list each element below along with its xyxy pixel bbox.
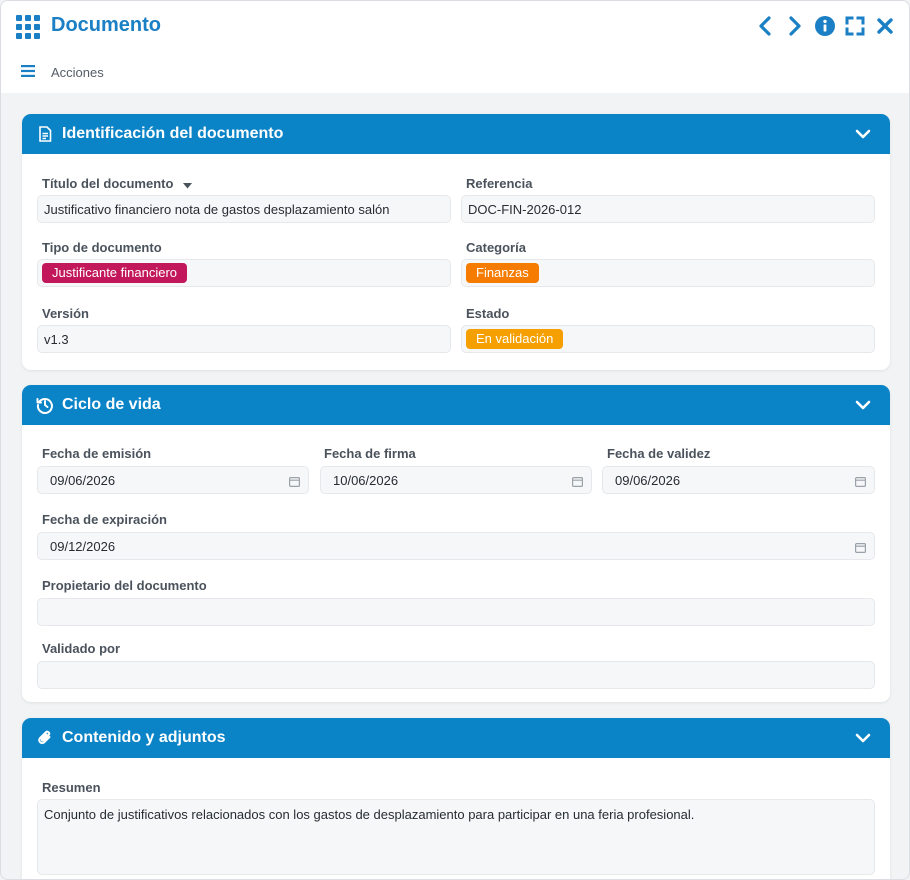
issue-date-field[interactable]: 09/06/2026 [37, 466, 309, 494]
identification-section: Identificación del documento Título del … [22, 114, 890, 370]
paperclip-icon [36, 729, 54, 747]
validated-by-field[interactable] [37, 661, 875, 689]
caret-down-icon[interactable] [183, 177, 193, 192]
section-title: Contenido y adjuntos [62, 729, 226, 746]
section-title: Ciclo de vida [62, 396, 161, 413]
doc-type-field[interactable]: Justificante financiero [37, 259, 451, 287]
validated-by-label: Validado por [42, 641, 121, 656]
status-label: Estado [466, 306, 510, 321]
category-field[interactable]: Finanzas [461, 259, 875, 287]
chevron-right-icon[interactable] [785, 15, 805, 37]
section-title: Identificación del documento [62, 125, 284, 142]
status-field[interactable]: En validación [461, 325, 875, 353]
version-label: Versión [42, 306, 89, 321]
window-header: Documento Acciones [1, 1, 909, 93]
summary-field[interactable]: Conjunto de justificativos relacionados … [37, 799, 875, 875]
category-label: Categoría [466, 240, 526, 255]
reference-field[interactable]: DOC-FIN-2026-012 [461, 195, 875, 223]
window-actions [755, 15, 895, 37]
window-title: Documento [51, 14, 161, 36]
reference-label: Referencia [466, 176, 533, 191]
document-window: Documento Acciones Identificación del do… [0, 0, 910, 880]
status-badge: En validación [466, 329, 564, 349]
signature-date-label: Fecha de firma [324, 446, 416, 461]
content-section-header[interactable]: Contenido y adjuntos [22, 718, 890, 758]
document-icon [36, 125, 54, 143]
doc-type-badge: Justificante financiero [42, 263, 188, 283]
title-field[interactable]: Justificativo financiero nota de gastos … [37, 195, 451, 223]
calendar-icon[interactable] [572, 475, 584, 488]
summary-label: Resumen [42, 780, 101, 795]
lifecycle-section: Ciclo de vida Fecha de emisión 09/06/202… [22, 385, 890, 702]
calendar-icon[interactable] [855, 475, 867, 488]
lifecycle-section-header[interactable]: Ciclo de vida [22, 385, 890, 425]
content-section: Contenido y adjuntos Resumen Conjunto de… [22, 718, 890, 879]
issue-date-label: Fecha de emisión [42, 446, 152, 461]
signature-date-field[interactable]: 10/06/2026 [320, 466, 592, 494]
owner-field[interactable] [37, 598, 875, 626]
validity-date-value: 09/06/2026 [615, 472, 681, 488]
chevron-down-icon[interactable] [854, 125, 872, 143]
close-icon[interactable] [875, 15, 895, 37]
validity-date-field[interactable]: 09/06/2026 [602, 466, 875, 494]
validity-date-label: Fecha de validez [607, 446, 711, 461]
actions-menu[interactable]: Acciones [21, 65, 104, 80]
info-icon[interactable] [815, 15, 835, 37]
category-badge: Finanzas [466, 263, 539, 283]
fullscreen-icon[interactable] [845, 15, 865, 37]
identification-section-header[interactable]: Identificación del documento [22, 114, 890, 154]
owner-label: Propietario del documento [42, 578, 207, 593]
title-label: Título del documento [42, 176, 193, 192]
calendar-icon[interactable] [855, 541, 867, 554]
doc-type-label: Tipo de documento [42, 240, 162, 255]
signature-date-value: 10/06/2026 [333, 472, 399, 488]
expiration-date-label: Fecha de expiración [42, 512, 167, 527]
version-field[interactable]: v1.3 [37, 325, 451, 353]
expiration-date-field[interactable]: 09/12/2026 [37, 532, 875, 560]
apps-grid-icon[interactable] [16, 15, 40, 39]
hamburger-icon[interactable] [21, 65, 35, 80]
actions-menu-label[interactable]: Acciones [51, 65, 104, 80]
form-content: Identificación del documento Título del … [1, 93, 909, 879]
history-icon [36, 396, 54, 414]
calendar-icon[interactable] [289, 475, 301, 488]
issue-date-value: 09/06/2026 [50, 472, 116, 488]
chevron-down-icon[interactable] [854, 396, 872, 414]
chevron-left-icon[interactable] [755, 15, 775, 37]
chevron-down-icon[interactable] [854, 729, 872, 747]
expiration-date-value: 09/12/2026 [50, 538, 116, 554]
